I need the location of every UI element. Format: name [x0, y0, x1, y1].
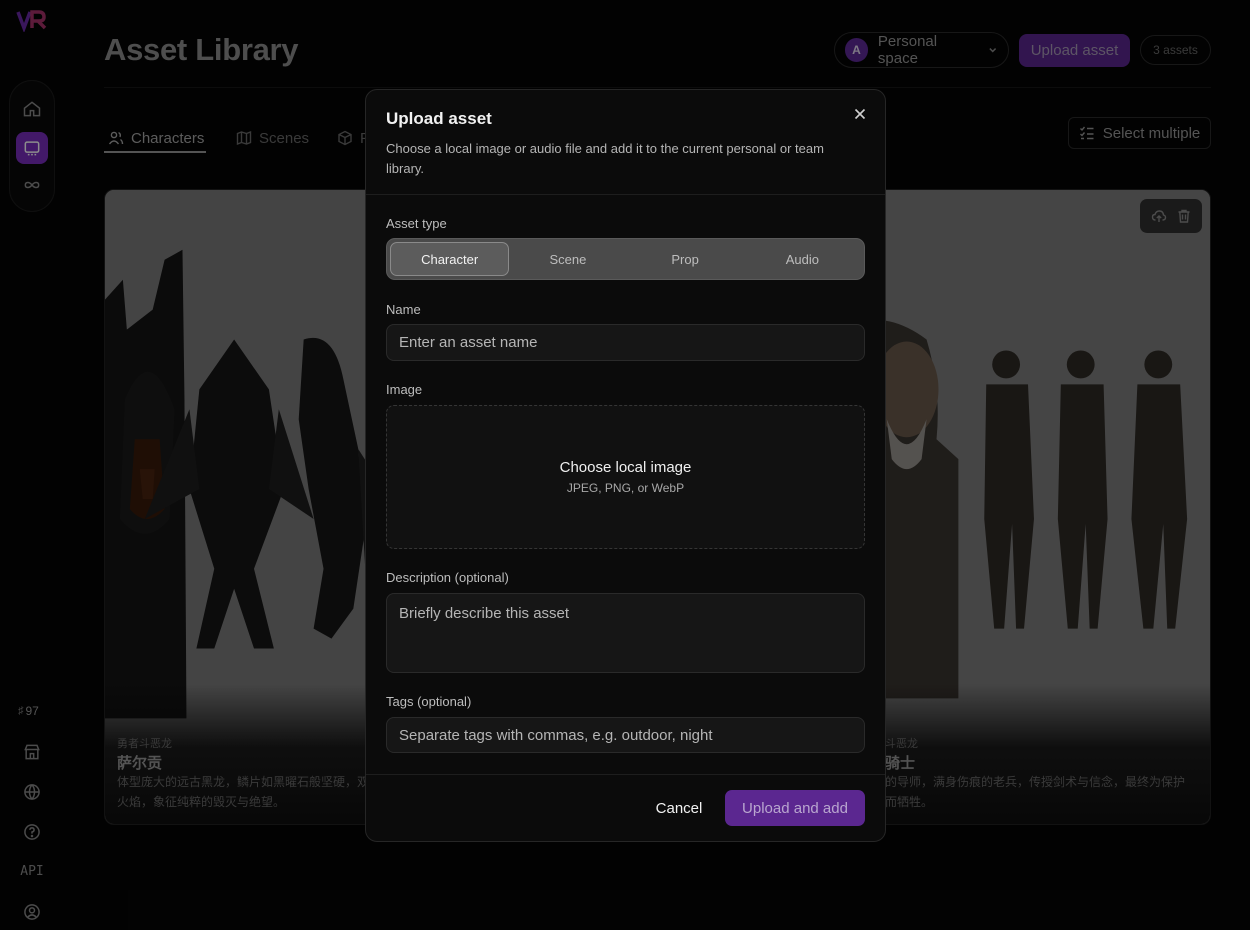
dialog-description: Choose a local image or audio file and a… — [386, 141, 824, 176]
description-label: Description (optional) — [386, 570, 509, 585]
dialog-divider — [366, 194, 885, 195]
asset-type-selector: Character Scene Prop Audio — [386, 238, 865, 280]
dropzone-title: Choose local image — [559, 459, 692, 476]
name-placeholder: Enter an asset name — [399, 334, 538, 351]
upload-and-add-button[interactable]: Upload and add — [725, 790, 865, 826]
upload-asset-dialog: Upload asset Choose a local image or aud… — [365, 89, 886, 842]
tags-placeholder: Separate tags with commas, e.g. outdoor,… — [399, 726, 713, 744]
name-input[interactable]: Enter an asset name — [386, 324, 865, 361]
description-field[interactable]: Briefly describe this asset — [386, 593, 865, 673]
dialog-footer-divider — [366, 774, 885, 775]
description-placeholder: Briefly describe this asset — [399, 605, 570, 622]
image-label: Image — [386, 382, 423, 397]
asset-type-prop[interactable]: Prop — [627, 242, 744, 276]
asset-type-audio[interactable]: Audio — [744, 242, 861, 276]
tags-input[interactable]: Separate tags with commas, e.g. outdoor,… — [386, 717, 865, 753]
image-dropzone[interactable]: Choose local image JPEG, PNG, or WebP — [386, 405, 865, 549]
close-icon[interactable] — [852, 106, 868, 122]
dropzone-formats: JPEG, PNG, or WebP — [566, 481, 685, 495]
asset-type-label: Asset type — [386, 216, 447, 231]
asset-type-character[interactable]: Character — [390, 242, 510, 276]
name-label: Name — [386, 302, 421, 317]
asset-type-scene[interactable]: Scene — [509, 242, 626, 276]
tags-label: Tags (optional) — [386, 694, 472, 709]
dialog-title: Upload asset — [386, 109, 492, 128]
cancel-button[interactable]: Cancel — [644, 791, 714, 825]
